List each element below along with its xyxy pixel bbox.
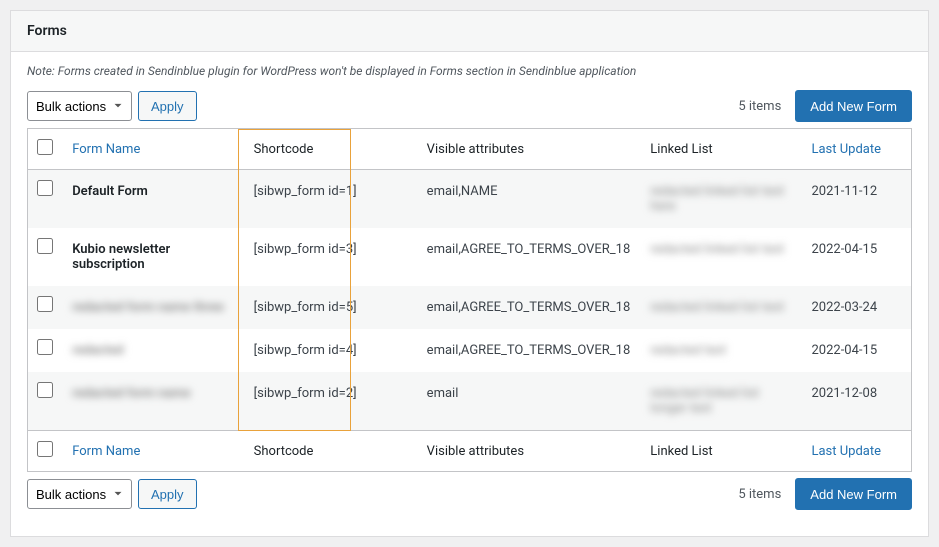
linked-cell: redacted text [640, 329, 801, 372]
col-shortcode: Shortcode [244, 129, 417, 170]
bulk-actions-select-top[interactable]: Bulk actions [27, 91, 132, 121]
visible-cell: email,AGREE_TO_TERMS_OVER_18 [417, 286, 641, 329]
apply-button-top[interactable]: Apply [138, 91, 197, 121]
linked-cell: redacted linked list text [640, 228, 801, 286]
row-checkbox[interactable] [37, 238, 53, 254]
row-checkbox[interactable] [37, 382, 53, 398]
shortcode-cell: [sibwp_form id=2] [244, 372, 417, 431]
last-update-cell: 2022-04-15 [801, 228, 911, 286]
add-new-form-button-top[interactable]: Add New Form [795, 90, 912, 122]
add-new-form-button-bottom[interactable]: Add New Form [795, 478, 912, 510]
table-row: redacted form name [sibwp_form id=2] ema… [28, 372, 912, 431]
visible-cell: email,AGREE_TO_TERMS_OVER_18 [417, 228, 641, 286]
table-row: Kubio newsletter subscription [sibwp_for… [28, 228, 912, 286]
table-row: redacted [sibwp_form id=4] email,AGREE_T… [28, 329, 912, 372]
forms-table: Form Name Shortcode Visible attributes L… [27, 128, 912, 472]
tablenav-bottom: Bulk actions Apply 5 items Add New Form [27, 478, 912, 510]
col-visible-foot: Visible attributes [417, 431, 641, 472]
row-checkbox[interactable] [37, 296, 53, 312]
table-row: Default Form [sibwp_form id=1] email,NAM… [28, 170, 912, 229]
shortcode-cell: [sibwp_form id=3] [244, 228, 417, 286]
row-checkbox[interactable] [37, 180, 53, 196]
shortcode-cell: [sibwp_form id=4] [244, 329, 417, 372]
last-update-cell: 2021-12-08 [801, 372, 911, 431]
col-form-name-foot[interactable]: Form Name [62, 431, 243, 472]
bulk-actions-select-bottom[interactable]: Bulk actions [27, 479, 132, 509]
items-count-bottom: 5 items [738, 487, 781, 502]
form-name-link[interactable]: redacted form name three [72, 300, 224, 315]
forms-panel: Forms Note: Forms created in Sendinblue … [10, 10, 929, 537]
form-name-link[interactable]: Kubio newsletter subscription [72, 242, 170, 272]
last-update-cell: 2022-04-15 [801, 329, 911, 372]
visible-cell: email [417, 372, 641, 431]
form-name-link[interactable]: redacted form name [72, 386, 190, 401]
last-update-cell: 2022-03-24 [801, 286, 911, 329]
page-title: Forms [27, 23, 912, 39]
col-last-update-foot[interactable]: Last Update [801, 431, 911, 472]
items-count-top: 5 items [738, 99, 781, 114]
form-name-link[interactable]: Default Form [72, 184, 148, 199]
info-note: Note: Forms created in Sendinblue plugin… [27, 64, 912, 78]
last-update-cell: 2021-11-12 [801, 170, 911, 229]
linked-cell: redacted linked list longer text [640, 372, 801, 431]
select-all-bottom[interactable] [37, 441, 53, 457]
shortcode-cell: [sibwp_form id=1] [244, 170, 417, 229]
col-form-name[interactable]: Form Name [62, 129, 243, 170]
apply-button-bottom[interactable]: Apply [138, 479, 197, 509]
visible-cell: email,AGREE_TO_TERMS_OVER_18 [417, 329, 641, 372]
col-shortcode-foot: Shortcode [244, 431, 417, 472]
row-checkbox[interactable] [37, 339, 53, 355]
table-row: redacted form name three [sibwp_form id=… [28, 286, 912, 329]
linked-cell: redacted linked list text here [640, 170, 801, 229]
linked-cell: redacted linked list text [640, 286, 801, 329]
shortcode-cell: [sibwp_form id=5] [244, 286, 417, 329]
panel-header: Forms [11, 11, 928, 52]
select-all-top[interactable] [37, 139, 53, 155]
col-last-update[interactable]: Last Update [801, 129, 911, 170]
visible-cell: email,NAME [417, 170, 641, 229]
col-linked-foot: Linked List [640, 431, 801, 472]
tablenav-top: Bulk actions Apply 5 items Add New Form [27, 90, 912, 122]
col-linked: Linked List [640, 129, 801, 170]
col-visible: Visible attributes [417, 129, 641, 170]
form-name-link[interactable]: redacted [72, 343, 123, 358]
